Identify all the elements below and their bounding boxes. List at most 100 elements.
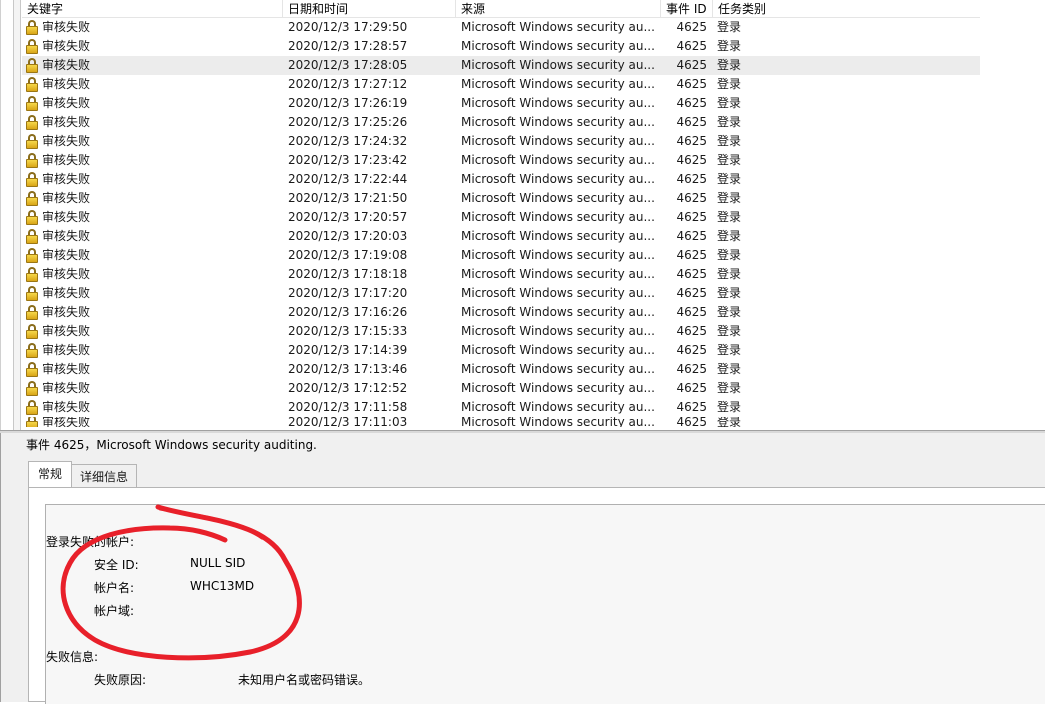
table-row[interactable]: 审核失败 2020/12/3 17:23:42 Microsoft Windows …: [22, 151, 980, 170]
table-row[interactable]: 审核失败 2020/12/3 17:13:46 Microsoft Windows …: [22, 360, 980, 379]
table-row[interactable]: 审核失败 2020/12/3 17:12:52 Microsoft Windows …: [22, 379, 980, 398]
table-row[interactable]: 审核失败 2020/12/3 17:24:32 Microsoft Windows …: [22, 132, 980, 151]
keyword-cell: 审核失败: [22, 37, 283, 56]
source-cell: Microsoft Windows security au...: [461, 400, 655, 414]
table-row[interactable]: 审核失败 2020/12/3 17:28:05 Microsoft Windows …: [22, 56, 980, 75]
source-cell: Microsoft Windows security au...: [461, 381, 655, 395]
task-category-cell: 登录: [717, 77, 742, 91]
event-id-cell: 4625: [676, 362, 707, 376]
table-row[interactable]: 审核失败 2020/12/3 17:29:50 Microsoft Windows …: [22, 18, 980, 37]
datetime-cell: 2020/12/3 17:15:33: [288, 324, 408, 338]
table-row[interactable]: 审核失败 2020/12/3 17:20:57 Microsoft Windows …: [22, 208, 980, 227]
tab-general[interactable]: 常规: [28, 461, 73, 489]
task-category-cell: 登录: [717, 39, 742, 53]
table-row[interactable]: 审核失败 2020/12/3 17:17:20 Microsoft Windows …: [22, 284, 980, 303]
table-row[interactable]: 审核失败 2020/12/3 17:19:08 Microsoft Windows …: [22, 246, 980, 265]
column-header-source[interactable]: 来源: [456, 0, 661, 18]
event-id-cell: 4625: [676, 172, 707, 186]
keyword-text: 审核失败: [42, 58, 91, 72]
keyword-text: 审核失败: [42, 381, 91, 395]
table-row[interactable]: 审核失败 2020/12/3 17:21:50 Microsoft Windows …: [22, 189, 980, 208]
keyword-text: 审核失败: [42, 191, 91, 205]
task-category-cell: 登录: [717, 191, 742, 205]
event-id-cell: 4625: [676, 286, 707, 300]
table-row[interactable]: 审核失败 2020/12/3 17:25:26 Microsoft Windows …: [22, 113, 980, 132]
column-header-datetime[interactable]: 日期和时间: [283, 0, 456, 18]
task-category-cell: 登录: [717, 305, 742, 319]
keyword-text: 审核失败: [42, 134, 91, 148]
task-category-cell: 登录: [717, 324, 742, 338]
lock-icon: [25, 343, 39, 358]
event-id-cell: 4625: [676, 210, 707, 224]
keyword-cell: 审核失败: [22, 303, 283, 322]
lock-icon: [25, 417, 39, 427]
keyword-cell: 审核失败: [22, 398, 283, 417]
task-category-cell: 登录: [717, 286, 742, 300]
source-cell: Microsoft Windows security au...: [461, 210, 655, 224]
keyword-text: 审核失败: [42, 115, 91, 129]
datetime-cell: 2020/12/3 17:24:32: [288, 134, 408, 148]
table-row[interactable]: 审核失败 2020/12/3 17:16:26 Microsoft Windows …: [22, 303, 980, 322]
datetime-cell: 2020/12/3 17:18:18: [288, 267, 408, 281]
detail-tabs: 常规 详细信息: [28, 461, 138, 490]
table-row[interactable]: 审核失败 2020/12/3 17:20:03 Microsoft Windows …: [22, 227, 980, 246]
keyword-text: 审核失败: [42, 267, 91, 281]
source-cell: Microsoft Windows security au...: [461, 305, 655, 319]
datetime-cell: 2020/12/3 17:19:08: [288, 248, 408, 262]
keyword-text: 审核失败: [42, 77, 91, 91]
keyword-text: 审核失败: [42, 324, 91, 338]
event-id-cell: 4625: [676, 229, 707, 243]
keyword-text: 审核失败: [42, 20, 91, 34]
keyword-text: 审核失败: [42, 153, 91, 167]
source-cell: Microsoft Windows security au...: [461, 248, 655, 262]
keyword-cell: 审核失败: [22, 360, 283, 379]
keyword-text: 审核失败: [42, 343, 91, 357]
lock-icon: [25, 153, 39, 168]
datetime-cell: 2020/12/3 17:21:50: [288, 191, 408, 205]
source-cell: Microsoft Windows security au...: [461, 134, 655, 148]
keyword-text: 审核失败: [42, 229, 91, 243]
event-id-cell: 4625: [676, 400, 707, 414]
table-row[interactable]: 审核失败 2020/12/3 17:11:58 Microsoft Windows …: [22, 398, 980, 417]
table-row[interactable]: 审核失败 2020/12/3 17:28:57 Microsoft Windows …: [22, 37, 980, 56]
account-name-label: 帐户名:: [94, 581, 135, 595]
event-id-cell: 4625: [676, 305, 707, 319]
keyword-cell: 审核失败: [22, 208, 283, 227]
event-list-rows: 审核失败 2020/12/3 17:29:50 Microsoft Windows …: [22, 18, 980, 427]
lock-icon: [25, 58, 39, 73]
keyword-cell: 审核失败: [22, 284, 283, 303]
keyword-cell: 审核失败: [22, 322, 283, 341]
source-cell: Microsoft Windows security au...: [461, 20, 655, 34]
source-cell: Microsoft Windows security au...: [461, 362, 655, 376]
column-header-keyword[interactable]: 关键字: [22, 0, 283, 18]
table-row[interactable]: 审核失败 2020/12/3 17:15:33 Microsoft Windows …: [22, 322, 980, 341]
keyword-cell: 审核失败: [22, 341, 283, 360]
event-list-header: 关键字 日期和时间 来源 事件 ID 任务类别: [22, 0, 980, 18]
event-id-cell: 4625: [676, 153, 707, 167]
account-name-value: WHC13MD: [190, 579, 255, 593]
event-description-box: 登录失败的帐户: 安全 ID: NULL SID 帐户名: WHC13MD 帐户…: [45, 504, 1045, 704]
event-id-cell: 4625: [676, 248, 707, 262]
table-row[interactable]: 审核失败 2020/12/3 17:14:39 Microsoft Windows …: [22, 341, 980, 360]
event-list-pane: 关键字 日期和时间 来源 事件 ID 任务类别 审核失败 2020/12/3 17…: [0, 0, 1045, 430]
column-header-task-category[interactable]: 任务类别: [713, 0, 980, 18]
event-id-cell: 4625: [676, 417, 707, 427]
table-row[interactable]: 审核失败 2020/12/3 17:26:19 Microsoft Windows …: [22, 94, 980, 113]
table-row[interactable]: 审核失败 2020/12/3 17:18:18 Microsoft Windows …: [22, 265, 980, 284]
source-cell: Microsoft Windows security au...: [461, 172, 655, 186]
task-category-cell: 登录: [717, 229, 742, 243]
keyword-cell: 审核失败: [22, 189, 283, 208]
source-cell: Microsoft Windows security au...: [461, 77, 655, 91]
table-row[interactable]: 审核失败 2020/12/3 17:11:03 Microsoft Windows …: [22, 417, 980, 427]
table-row[interactable]: 审核失败 2020/12/3 17:27:12 Microsoft Windows …: [22, 75, 980, 94]
table-row[interactable]: 审核失败 2020/12/3 17:22:44 Microsoft Windows …: [22, 170, 980, 189]
failure-section-label: 失败信息:: [46, 650, 99, 664]
datetime-cell: 2020/12/3 17:14:39: [288, 343, 408, 357]
keyword-text: 审核失败: [42, 172, 91, 186]
account-section-label: 登录失败的帐户:: [46, 535, 135, 549]
event-id-cell: 4625: [676, 96, 707, 110]
lock-icon: [25, 267, 39, 282]
task-category-cell: 登录: [717, 134, 742, 148]
column-header-event-id[interactable]: 事件 ID: [661, 0, 713, 18]
lock-icon: [25, 134, 39, 149]
